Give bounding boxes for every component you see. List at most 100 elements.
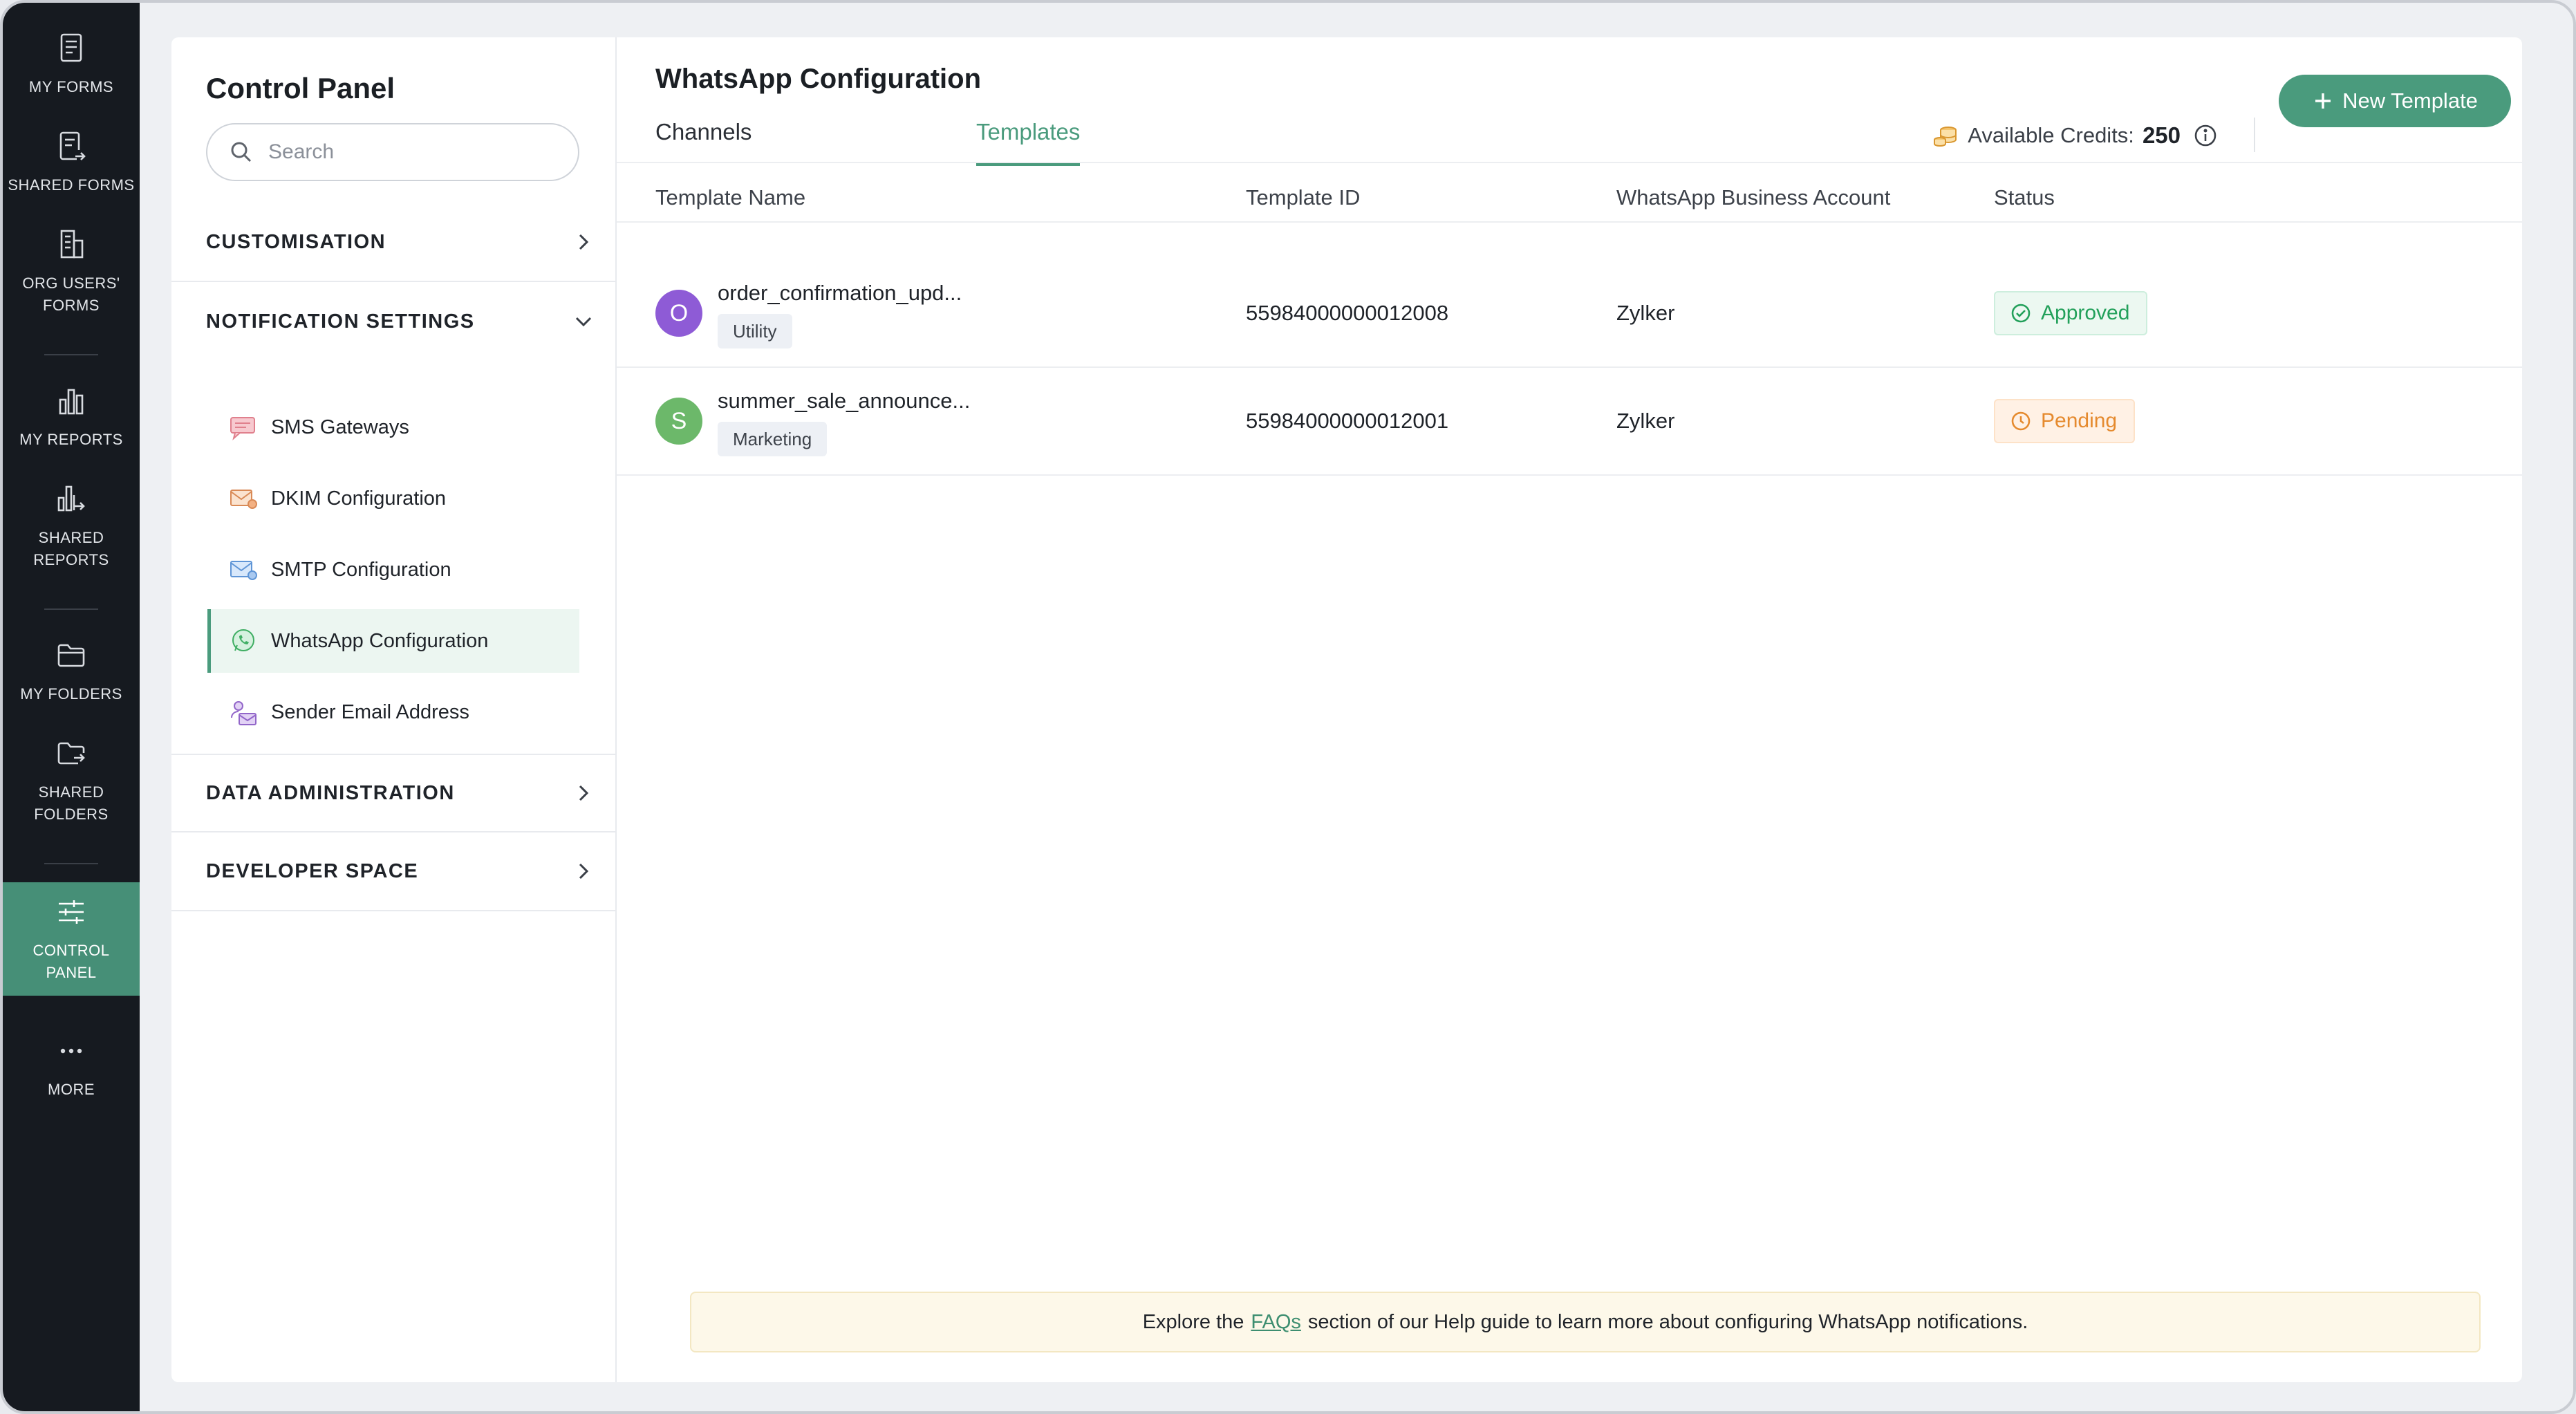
plus-icon — [2315, 93, 2331, 109]
sliders-icon — [59, 900, 84, 924]
nav-divider — [44, 863, 98, 864]
faqs-link[interactable]: FAQs — [1251, 1311, 1301, 1334]
section-label: DEVELOPER SPACE — [206, 859, 419, 882]
new-template-button[interactable]: New Template — [2279, 75, 2511, 127]
settings-sidebar: Control Panel CUSTOMISATION NOTIFICATION… — [171, 37, 617, 1382]
sidebar-item-label: Sender Email Address — [271, 700, 469, 723]
template-id: 55984000000012001 — [1246, 409, 1449, 433]
more-dots-icon — [60, 1048, 82, 1054]
main-nav: MY FORMS SHARED FORMS ORG USERS' FORMS M… — [3, 3, 140, 1411]
coins-icon — [1934, 127, 1957, 147]
nav-label: SHARED FORMS — [8, 176, 135, 194]
sidebar-item-label: WhatsApp Configuration — [271, 629, 489, 652]
nav-label: ORG USERS' — [22, 275, 120, 292]
sidebar-title: Control Panel — [206, 72, 395, 104]
tabs-divider — [617, 162, 2522, 163]
status-badge: Pending — [1994, 399, 2136, 443]
nav-org-users-forms[interactable]: ORG USERS' FORMS — [3, 227, 140, 317]
avatar: O — [655, 290, 702, 337]
nav-my-forms[interactable]: MY FORMS — [3, 30, 140, 98]
credits-value: 250 — [2142, 122, 2181, 148]
form-icon — [60, 33, 82, 62]
table-header: Template Name Template ID WhatsApp Busin… — [617, 173, 2522, 223]
nav-label: SHARED — [38, 783, 104, 801]
nav-label: MY REPORTS — [19, 431, 123, 448]
nav-label: PANEL — [46, 964, 97, 981]
folder-icon — [57, 644, 85, 667]
section-customisation[interactable]: CUSTOMISATION — [171, 203, 617, 282]
help-banner: Explore the FAQs section of our Help gui… — [690, 1292, 2481, 1352]
nav-my-reports[interactable]: MY REPORTS — [3, 383, 140, 451]
search-icon — [231, 142, 252, 162]
section-data-administration[interactable]: DATA ADMINISTRATION — [171, 754, 617, 832]
help-text-before: Explore the — [1142, 1310, 1244, 1333]
status-label: Pending — [2041, 409, 2118, 432]
section-label: CUSTOMISATION — [206, 230, 386, 253]
sidebar-item-smtp[interactable]: SMTP Configuration — [207, 538, 579, 602]
new-template-label: New Template — [2342, 89, 2478, 113]
sidebar-item-label: SMTP Configuration — [271, 558, 451, 581]
header-divider — [2254, 118, 2255, 152]
nav-my-folders[interactable]: MY FOLDERS — [3, 638, 140, 705]
template-name: order_confirmation_upd... — [718, 281, 962, 305]
nav-label: MORE — [48, 1081, 95, 1098]
info-icon[interactable] — [2192, 122, 2219, 149]
chevron-down-icon — [575, 317, 592, 327]
business-account: Zylker — [1616, 301, 1675, 325]
sidebar-item-dkim[interactable]: DKIM Configuration — [207, 467, 579, 530]
app-window: MY FORMS SHARED FORMS ORG USERS' FORMS M… — [0, 0, 2576, 1414]
check-circle-icon — [2011, 304, 2031, 323]
sms-icon — [230, 417, 255, 440]
whatsapp-icon — [232, 629, 254, 651]
sidebar-item-sender-email[interactable]: Sender Email Address — [207, 680, 579, 744]
section-label: NOTIFICATION SETTINGS — [206, 310, 475, 333]
tab-channels[interactable]: Channels — [655, 119, 752, 166]
category-tag: Marketing — [718, 422, 828, 456]
nav-divider — [44, 608, 98, 610]
sidebar-item-label: SMS Gateways — [271, 416, 409, 438]
table-row[interactable]: S summer_sale_announce... Marketing 5598… — [617, 368, 2522, 476]
sidebar-item-whatsapp[interactable]: WhatsApp Configuration — [207, 609, 579, 673]
column-status: Status — [1994, 185, 2055, 210]
nav-label: MY FORMS — [28, 78, 114, 95]
search-box — [206, 123, 579, 181]
nav-label: FOLDERS — [34, 806, 109, 823]
nav-more[interactable]: MORE — [3, 1033, 140, 1101]
smtp-mail-icon — [230, 561, 257, 580]
nav-label: REPORTS — [33, 551, 109, 568]
nav-shared-reports[interactable]: SHARED REPORTS — [3, 481, 140, 571]
column-template-name: Template Name — [655, 185, 806, 210]
business-account: Zylker — [1616, 409, 1675, 433]
search-input[interactable] — [268, 140, 559, 164]
nav-label: CONTROL — [32, 942, 110, 959]
chevron-right-icon — [579, 234, 589, 250]
avatar: S — [655, 398, 702, 445]
tab-templates[interactable]: Templates — [976, 119, 1081, 166]
sender-email-icon — [231, 701, 256, 725]
sidebar-item-sms-gateways[interactable]: SMS Gateways — [207, 396, 579, 459]
nav-control-panel[interactable]: CONTROL PANEL — [3, 882, 140, 996]
chevron-right-icon — [579, 863, 589, 880]
nav-label: SHARED — [38, 529, 104, 546]
template-id: 55984000000012008 — [1246, 301, 1449, 325]
nav-label: MY FOLDERS — [20, 685, 122, 703]
help-text-after: section of our Help guide to learn more … — [1307, 1310, 2028, 1333]
column-business-account: WhatsApp Business Account — [1616, 185, 1891, 210]
bar-chart-icon — [59, 389, 84, 415]
section-notification-settings[interactable]: NOTIFICATION SETTINGS — [171, 282, 617, 361]
section-label: DATA ADMINISTRATION — [206, 781, 455, 804]
shared-form-icon — [59, 131, 86, 160]
main-card: Control Panel CUSTOMISATION NOTIFICATION… — [171, 37, 2522, 1382]
section-developer-space[interactable]: DEVELOPER SPACE — [171, 832, 617, 911]
chevron-right-icon — [579, 785, 589, 801]
category-tag: Utility — [718, 314, 792, 348]
nav-divider — [44, 354, 98, 355]
table-row[interactable]: O order_confirmation_upd... Utility 5598… — [617, 260, 2522, 368]
shared-folder-icon — [57, 742, 85, 765]
credits-label: Available Credits: — [1968, 123, 2134, 147]
page-title: WhatsApp Configuration — [655, 64, 982, 94]
nav-shared-folders[interactable]: SHARED FOLDERS — [3, 736, 140, 826]
status-label: Approved — [2041, 301, 2130, 324]
clock-icon — [2011, 411, 2031, 431]
nav-shared-forms[interactable]: SHARED FORMS — [3, 129, 140, 196]
